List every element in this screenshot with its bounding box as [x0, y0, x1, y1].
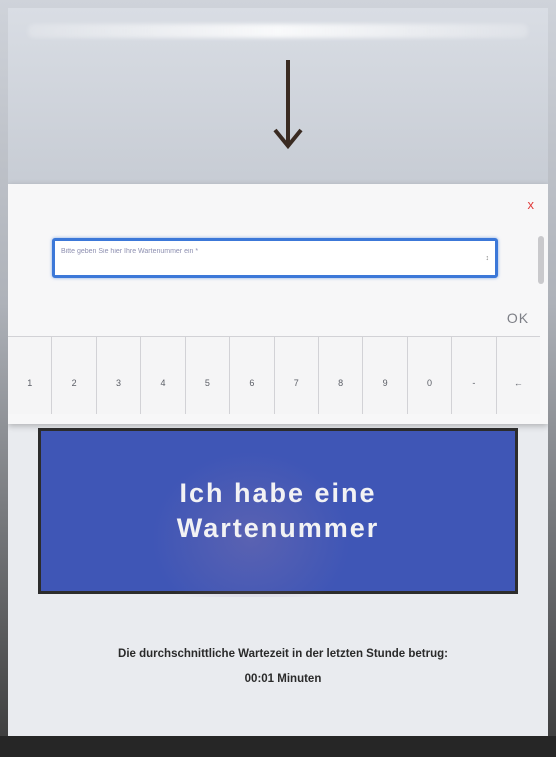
wartenummer-dialog: x ↕ OK 1 2 3 4 5 6 7 8 9 0 - ← [8, 184, 548, 424]
key-1[interactable]: 1 [8, 336, 52, 414]
key-4[interactable]: 4 [140, 336, 185, 414]
ok-button[interactable]: OK [500, 310, 536, 328]
key-6[interactable]: 6 [229, 336, 274, 414]
average-wait-time: 00:01 Minuten [244, 673, 322, 685]
key-3[interactable]: 3 [95, 336, 141, 414]
key-minus[interactable]: - [451, 336, 496, 414]
key-backspace[interactable]: ← [495, 336, 541, 414]
screen-header-area [8, 8, 548, 186]
ich-habe-eine-wartenummer-button[interactable]: Ich habe eine Wartenummer [38, 428, 518, 597]
arrow-down-icon [273, 60, 303, 152]
key-2[interactable]: 2 [51, 336, 96, 414]
main-button-line2: Wartenummer [176, 513, 380, 543]
wartenummer-input-field[interactable]: ↕ [52, 238, 498, 278]
spinner-icon[interactable]: ↕ [486, 255, 490, 262]
bezel-bottom [0, 736, 556, 757]
kiosk-screen: x ↕ OK 1 2 3 4 5 6 7 8 9 0 - ← [8, 8, 548, 736]
key-7[interactable]: 7 [273, 336, 318, 414]
main-button-line1: Ich habe eine [179, 478, 377, 508]
main-button-label: Ich habe eine Wartenummer [177, 476, 380, 546]
average-wait-label: Die durchschnittliche Wartezeit in der l… [118, 648, 448, 660]
dialog-scrollbar[interactable] [538, 236, 544, 284]
key-5[interactable]: 5 [184, 336, 230, 414]
number-keypad: 1 2 3 4 5 6 7 8 9 0 - ← [8, 336, 541, 414]
reflection-glow [28, 24, 528, 38]
close-icon[interactable]: x [528, 198, 535, 212]
wartenummer-input[interactable] [61, 243, 471, 259]
key-9[interactable]: 9 [362, 336, 407, 414]
device-frame: x ↕ OK 1 2 3 4 5 6 7 8 9 0 - ← [0, 0, 556, 757]
key-0[interactable]: 0 [406, 336, 452, 414]
key-8[interactable]: 8 [317, 336, 363, 414]
